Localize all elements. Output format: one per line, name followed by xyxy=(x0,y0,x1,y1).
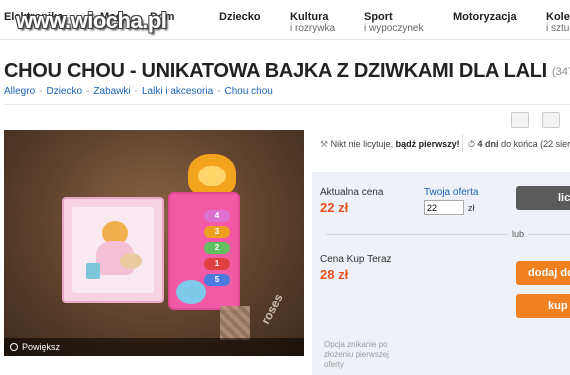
listing-count: (347 xyxy=(552,66,570,78)
nav-item-dziecko[interactable]: Dziecko xyxy=(219,11,261,23)
add-to-cart-button[interactable]: dodaj do xyxy=(516,261,570,285)
social-share-icon[interactable] xyxy=(542,112,560,128)
toy-key: 2 xyxy=(204,242,230,254)
or-label: lub xyxy=(508,229,529,239)
breadcrumb-zabawki[interactable]: Zabawki xyxy=(93,86,130,97)
breadcrumb-dziecko[interactable]: Dziecko xyxy=(46,86,82,97)
nav-item-sublabel: i sztu xyxy=(546,23,570,34)
time-left: ⏱ 4 dni do końca (22 sierp xyxy=(468,139,570,150)
or-divider xyxy=(326,234,570,235)
nav-item-sublabel: i rozrywka xyxy=(290,23,336,34)
bid-button[interactable]: lic xyxy=(516,186,570,210)
nav-item-label: Motoryzacja xyxy=(453,11,517,23)
time-left-text: do końca (22 sierp xyxy=(501,139,570,149)
paint-cup xyxy=(86,263,100,279)
breadcrumb: Allegro - Dziecko - Zabawki - Lalki i akcesori… xyxy=(4,86,273,97)
buy-now-button[interactable]: kup xyxy=(516,294,570,318)
product-photo[interactable]: 4 3 2 1 5 roses xyxy=(4,130,304,356)
clock-icon: ⏱ xyxy=(468,139,476,149)
nav-item-kultura[interactable]: Kultura i rozrywka xyxy=(290,11,335,35)
your-offer-label[interactable]: Twoja oferta xyxy=(424,187,478,198)
email-icon[interactable] xyxy=(511,112,529,128)
nav-item-motoryzacja[interactable]: Motoryzacja xyxy=(453,11,517,23)
bid-status-text: Nikt nie licytuje, xyxy=(330,139,394,149)
category-nav: Elektronika Moda Dom Dziecko Kultura i r… xyxy=(0,0,570,40)
toy-key: 1 xyxy=(204,258,230,270)
nav-item-label: Kultura xyxy=(290,11,329,23)
nav-item-sport[interactable]: Sport i wypoczynek xyxy=(364,11,423,35)
toy-key: 3 xyxy=(204,226,230,238)
buy-now-price: 28 zł xyxy=(320,267,349,282)
magnifier-icon xyxy=(10,343,18,351)
breadcrumb-chou-chou[interactable]: Chou chou xyxy=(225,86,273,97)
censor-blur xyxy=(220,306,250,340)
toy-logo xyxy=(176,280,206,304)
zoom-label: Powiększ xyxy=(22,342,61,352)
current-price-label: Aktualna cena xyxy=(320,187,384,198)
nav-item-sublabel: i wypoczynek xyxy=(364,23,424,34)
breadcrumb-lalki[interactable]: Lalki i akcesoria xyxy=(142,86,213,97)
toy-key: 5 xyxy=(204,274,230,286)
breadcrumb-allegro[interactable]: Allegro xyxy=(4,86,35,97)
nav-item-label: Dziecko xyxy=(219,11,261,23)
nav-item-kolekcje[interactable]: Kole i sztu xyxy=(546,11,570,35)
buy-now-label: Cena Kup Teraz xyxy=(320,254,392,265)
paint-palette xyxy=(120,253,142,269)
nav-item-label: Sport xyxy=(364,11,393,23)
bid-status: ⚒ Nikt nie licytuje, bądź pierwszy! xyxy=(320,139,460,150)
toy-book xyxy=(62,197,164,303)
divider xyxy=(4,104,570,105)
listing-title: CHOU CHOU - UNIKATOWA BAJKA Z DZIWKAMI D… xyxy=(4,60,547,82)
hammer-icon: ⚒ xyxy=(320,139,329,149)
toy-key: 4 xyxy=(204,210,230,222)
zoom-button[interactable]: Powiększ xyxy=(4,338,304,356)
buy-now-note: Opcja znikanie po złożeniu pierwszej ofe… xyxy=(324,340,389,369)
bid-status-bold: bądź pierwszy! xyxy=(395,139,460,149)
offer-input[interactable] xyxy=(424,200,464,215)
offer-unit: zł xyxy=(468,203,475,213)
nav-item-label: Kole xyxy=(546,11,570,23)
site-watermark: www.wiocha.pl xyxy=(16,8,167,33)
toy-bear-face xyxy=(198,166,226,186)
time-left-bold: 4 dni xyxy=(477,139,499,149)
current-price: 22 zł xyxy=(320,200,349,215)
